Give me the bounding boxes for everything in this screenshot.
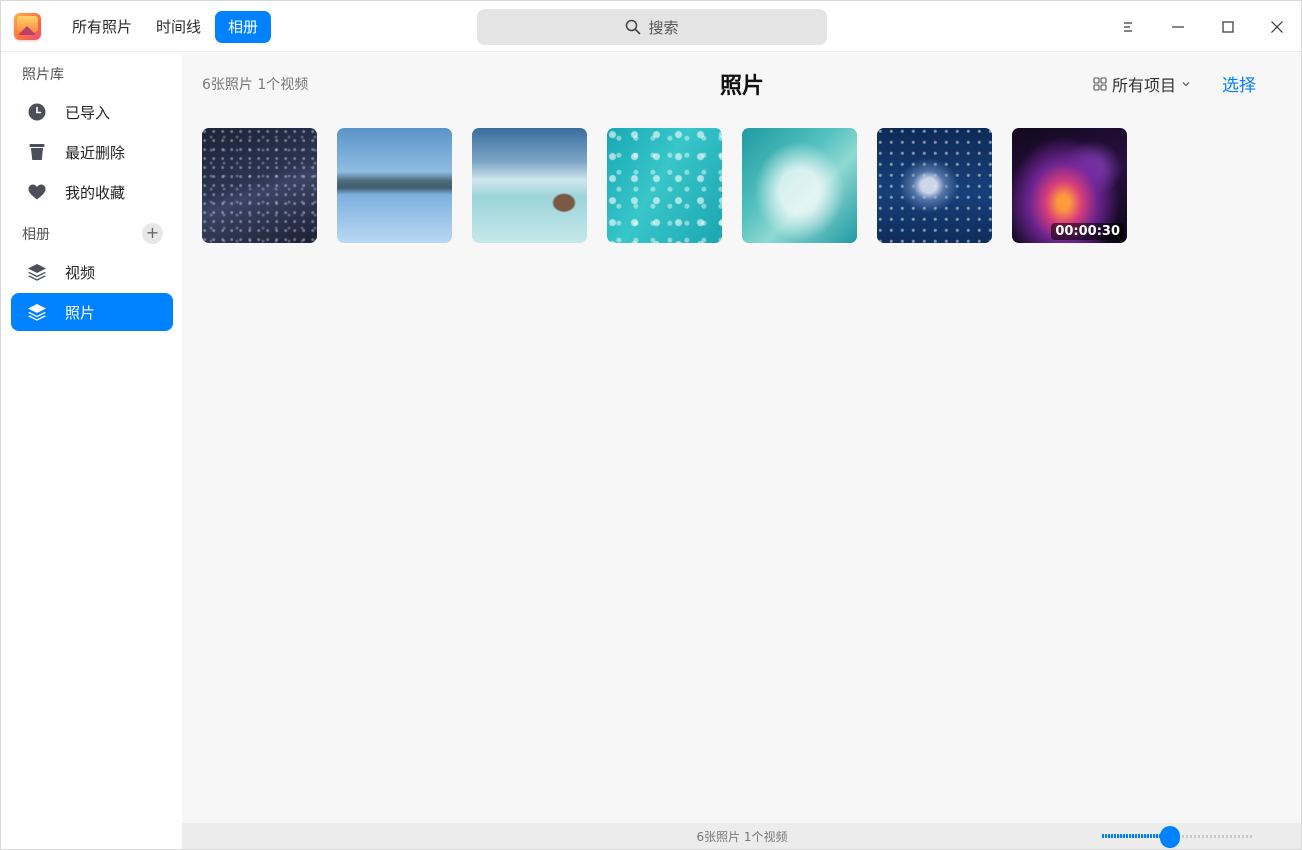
- close-button[interactable]: [1264, 14, 1290, 40]
- maximize-button[interactable]: [1215, 14, 1241, 40]
- maximize-icon: [1222, 21, 1234, 33]
- sidebar: 照片库 已导入 最近删除 我的收藏 相册 + 视频 照片: [1, 53, 182, 849]
- sidebar-item-label: 照片: [65, 303, 96, 322]
- zoom-slider[interactable]: [1102, 826, 1253, 848]
- tab-all-photos[interactable]: 所有照片: [62, 11, 142, 43]
- sidebar-item-label: 已导入: [65, 103, 111, 122]
- trash-icon: [27, 142, 47, 162]
- close-icon: [1271, 21, 1283, 33]
- clock-icon: [27, 102, 47, 122]
- thumbnail-grid: 00:00:30: [202, 128, 1127, 243]
- sidebar-item-photos[interactable]: 照片: [11, 293, 173, 331]
- menu-button[interactable]: [1115, 14, 1141, 40]
- filter-label: 所有项目: [1112, 76, 1177, 95]
- filter-dropdown[interactable]: 所有项目: [1093, 72, 1191, 96]
- grid-icon: [1093, 77, 1107, 91]
- search-placeholder: 搜索: [648, 18, 679, 37]
- sidebar-item-label: 最近删除: [65, 143, 126, 162]
- search-icon: [626, 19, 641, 35]
- minimize-button[interactable]: [1165, 14, 1191, 40]
- zoom-slider-handle[interactable]: [1160, 826, 1180, 848]
- sidebar-item-label: 我的收藏: [65, 183, 126, 202]
- view-tabs: 所有照片 时间线 相册: [62, 11, 272, 43]
- plus-icon: +: [145, 223, 160, 242]
- sidebar-item-recently-deleted[interactable]: 最近删除: [11, 133, 173, 171]
- minimize-icon: [1172, 26, 1184, 28]
- search-input[interactable]: 搜索: [477, 9, 827, 45]
- library-section-title: 照片库: [22, 67, 64, 83]
- menu-icon: [1124, 22, 1132, 32]
- photos-app-icon: [14, 13, 41, 40]
- sidebar-item-favorites[interactable]: 我的收藏: [11, 173, 173, 211]
- albums-section-title: 相册: [22, 227, 50, 243]
- layers-icon: [27, 262, 47, 282]
- photo-thumbnail[interactable]: [472, 128, 587, 243]
- tab-albums[interactable]: 相册: [215, 11, 272, 43]
- sidebar-item-imported[interactable]: 已导入: [11, 93, 173, 131]
- status-bar: 6张照片 1个视频: [182, 823, 1301, 849]
- layers-icon: [27, 302, 47, 322]
- photo-thumbnail[interactable]: [337, 128, 452, 243]
- tab-timeline[interactable]: 时间线: [146, 11, 211, 43]
- title-bar: 所有照片 时间线 相册 搜索: [1, 1, 1301, 52]
- photo-thumbnail[interactable]: [607, 128, 722, 243]
- sidebar-item-videos[interactable]: 视频: [11, 253, 173, 291]
- photo-thumbnail[interactable]: [877, 128, 992, 243]
- photos-window: 所有照片 时间线 相册 搜索 照片库 已导入 最近删除 我的收藏 相册 + 视频…: [0, 0, 1302, 850]
- album-content: 6张照片 1个视频 照片 所有项目 选择 00:00:30: [182, 53, 1301, 823]
- sidebar-item-label: 视频: [65, 263, 96, 282]
- select-button[interactable]: 选择: [1222, 71, 1256, 96]
- photo-thumbnail[interactable]: [742, 128, 857, 243]
- video-thumbnail[interactable]: 00:00:30: [1012, 128, 1127, 243]
- heart-icon: [27, 182, 47, 202]
- photo-thumbnail[interactable]: [202, 128, 317, 243]
- video-duration: 00:00:30: [1051, 223, 1124, 240]
- chevron-down-icon: [1182, 82, 1190, 87]
- add-album-button[interactable]: +: [142, 223, 163, 244]
